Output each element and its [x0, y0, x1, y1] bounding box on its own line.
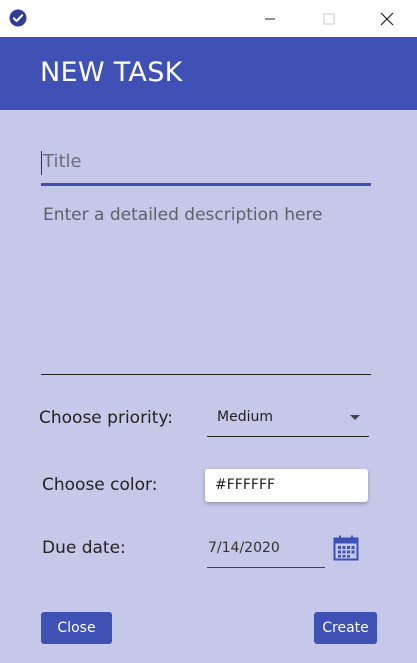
color-value: #FFFFFF [215, 477, 276, 493]
chevron-down-icon [350, 415, 360, 420]
close-button[interactable]: Close [41, 612, 112, 644]
description-placeholder: Enter a detailed description here [43, 205, 323, 225]
priority-select[interactable]: Medium [207, 400, 369, 437]
page-title: NEW TASK [40, 57, 183, 88]
maximize-icon [323, 13, 335, 24]
close-window-button[interactable] [364, 0, 410, 37]
priority-selected-value: Medium [217, 409, 273, 425]
calendar-icon[interactable] [333, 535, 359, 561]
check-circle-icon [9, 9, 27, 27]
title-input[interactable]: Title [41, 148, 371, 186]
priority-label: Choose priority: [39, 408, 173, 428]
close-icon [380, 12, 394, 25]
due-date-input[interactable]: 7/14/2020 [207, 530, 325, 568]
color-label: Choose color: [42, 475, 158, 495]
page-header: NEW TASK [0, 37, 417, 110]
minimize-button[interactable] [247, 0, 293, 37]
title-placeholder: Title [43, 151, 82, 172]
color-input[interactable]: #FFFFFF [205, 469, 368, 502]
create-button[interactable]: Create [314, 612, 377, 644]
description-textarea[interactable]: Enter a detailed description here [41, 203, 371, 375]
minimize-icon [265, 18, 275, 19]
window-titlebar [0, 0, 417, 37]
maximize-button[interactable] [306, 0, 352, 37]
due-date-label: Due date: [42, 538, 126, 558]
text-caret [41, 151, 42, 175]
due-date-value: 7/14/2020 [208, 540, 280, 556]
